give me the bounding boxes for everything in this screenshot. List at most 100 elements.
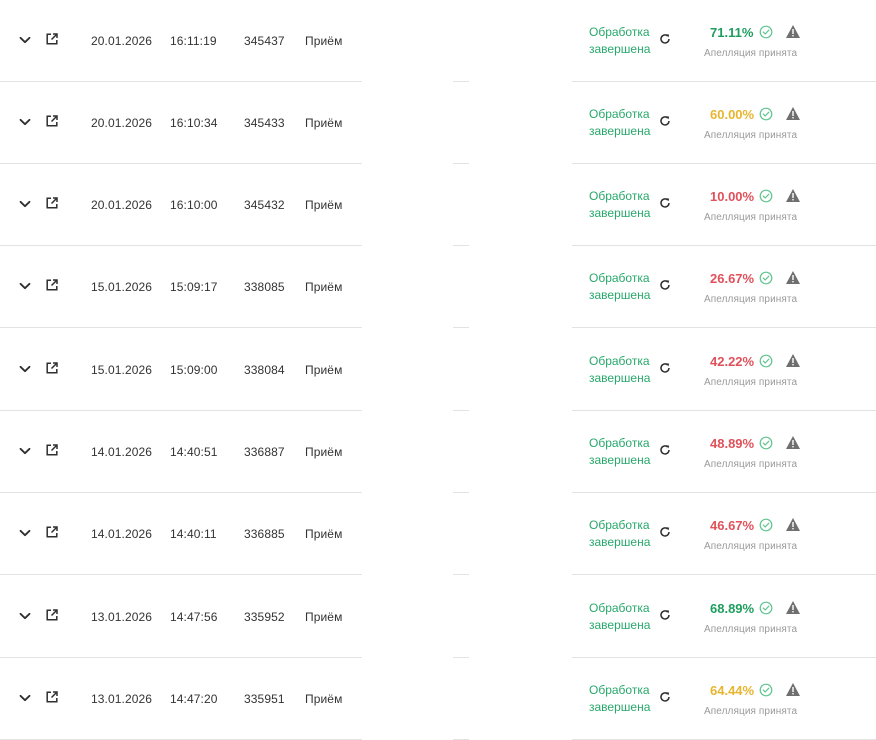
time-cell: 16:10:34 xyxy=(170,116,218,130)
check-circle-icon xyxy=(759,107,773,121)
chevron-down-icon[interactable] xyxy=(16,360,34,378)
call-type-cell: Приём xyxy=(305,116,343,130)
warning-triangle-icon[interactable] xyxy=(785,435,801,450)
appeal-status: Апелляция принята xyxy=(704,541,798,552)
chevron-down-icon[interactable] xyxy=(16,277,34,295)
check-circle-icon xyxy=(759,354,773,368)
chevron-down-icon[interactable] xyxy=(16,607,34,625)
refresh-icon[interactable] xyxy=(658,608,672,622)
call-type-cell: Приём xyxy=(305,445,343,459)
score-value: 26.67% xyxy=(710,271,755,286)
date-cell: 13.01.2026 xyxy=(91,610,153,624)
row-divider xyxy=(572,327,876,328)
chevron-down-icon[interactable] xyxy=(16,689,34,707)
call-id-cell: 335952 xyxy=(244,610,285,624)
refresh-icon[interactable] xyxy=(658,114,672,128)
row-divider xyxy=(453,327,469,328)
score-value: 60.00% xyxy=(710,107,755,122)
check-circle-icon xyxy=(759,25,773,39)
external-link-icon[interactable] xyxy=(44,195,60,211)
warning-triangle-icon[interactable] xyxy=(785,600,801,615)
external-link-icon[interactable] xyxy=(44,524,60,540)
appeal-status: Апелляция принята xyxy=(704,130,798,141)
time-cell: 15:09:00 xyxy=(170,363,218,377)
call-id-cell: 335951 xyxy=(244,692,285,706)
date-cell: 14.01.2026 xyxy=(91,445,153,459)
refresh-icon[interactable] xyxy=(658,690,672,704)
status-text: Обработка завершена xyxy=(589,683,651,714)
status-text: Обработка завершена xyxy=(589,25,651,56)
chevron-down-icon[interactable] xyxy=(16,113,34,131)
check-circle-icon xyxy=(759,271,773,285)
warning-triangle-icon[interactable] xyxy=(785,682,801,697)
appeal-status: Апелляция принята xyxy=(704,706,798,717)
check-circle-icon xyxy=(759,436,773,450)
table-row: 20.01.2026 16:10:00 345432 Приём Обработ… xyxy=(0,164,876,246)
external-link-icon[interactable] xyxy=(44,360,60,376)
external-link-icon[interactable] xyxy=(44,113,60,129)
row-divider xyxy=(572,574,876,575)
appeal-status: Апелляция принята xyxy=(704,377,798,388)
call-id-cell: 345432 xyxy=(244,198,285,212)
time-cell: 16:11:19 xyxy=(170,34,217,48)
date-cell: 20.01.2026 xyxy=(91,198,153,212)
refresh-icon[interactable] xyxy=(658,32,672,46)
call-id-cell: 338084 xyxy=(244,363,285,377)
status-text: Обработка завершена xyxy=(589,354,651,385)
date-cell: 20.01.2026 xyxy=(91,34,153,48)
chevron-down-icon[interactable] xyxy=(16,442,34,460)
check-circle-icon xyxy=(759,683,773,697)
time-cell: 14:47:20 xyxy=(170,692,218,706)
table-row: 13.01.2026 14:47:56 335952 Приём Обработ… xyxy=(0,576,876,658)
score-value: 42.22% xyxy=(710,354,755,369)
chevron-down-icon[interactable] xyxy=(16,195,34,213)
check-circle-icon xyxy=(759,518,773,532)
chevron-down-icon[interactable] xyxy=(16,524,34,542)
score-value: 64.44% xyxy=(710,683,755,698)
date-cell: 20.01.2026 xyxy=(91,116,153,130)
appeal-status: Апелляция принята xyxy=(704,459,798,470)
score-value: 71.11% xyxy=(710,25,754,40)
table-row: 15.01.2026 15:09:00 338084 Приём Обработ… xyxy=(0,329,876,411)
appeal-status: Апелляция принята xyxy=(704,48,798,59)
date-cell: 13.01.2026 xyxy=(91,692,153,706)
appeal-status: Апелляция принята xyxy=(704,624,798,635)
external-link-icon[interactable] xyxy=(44,607,60,623)
external-link-icon[interactable] xyxy=(44,277,60,293)
external-link-icon[interactable] xyxy=(44,689,60,705)
call-type-cell: Приём xyxy=(305,610,343,624)
warning-triangle-icon[interactable] xyxy=(785,353,801,368)
call-type-cell: Приём xyxy=(305,280,343,294)
refresh-icon[interactable] xyxy=(658,525,672,539)
call-type-cell: Приём xyxy=(305,692,343,706)
chevron-down-icon[interactable] xyxy=(16,31,34,49)
warning-triangle-icon[interactable] xyxy=(785,270,801,285)
warning-triangle-icon[interactable] xyxy=(785,24,801,39)
appeal-status: Апелляция принята xyxy=(704,212,798,223)
table-row: 20.01.2026 16:11:19 345437 Приём Обработ… xyxy=(0,0,876,82)
status-text: Обработка завершена xyxy=(589,518,651,549)
row-divider xyxy=(0,574,362,575)
refresh-icon[interactable] xyxy=(658,361,672,375)
row-divider xyxy=(453,574,469,575)
refresh-icon[interactable] xyxy=(658,278,672,292)
time-cell: 14:40:11 xyxy=(170,527,217,541)
warning-triangle-icon[interactable] xyxy=(785,106,801,121)
table-row: 15.01.2026 15:09:17 338085 Приём Обработ… xyxy=(0,246,876,328)
external-link-icon[interactable] xyxy=(44,31,60,47)
warning-triangle-icon[interactable] xyxy=(785,517,801,532)
call-type-cell: Приём xyxy=(305,34,343,48)
appeal-status: Апелляция принята xyxy=(704,294,798,305)
check-circle-icon xyxy=(759,601,773,615)
call-type-cell: Приём xyxy=(305,527,343,541)
time-cell: 16:10:00 xyxy=(170,198,218,212)
external-link-icon[interactable] xyxy=(44,442,60,458)
time-cell: 14:40:51 xyxy=(170,445,218,459)
call-id-cell: 345433 xyxy=(244,116,285,130)
table-row: 20.01.2026 16:10:34 345433 Приём Обработ… xyxy=(0,82,876,164)
calls-table: 20.01.2026 16:11:19 345437 Приём Обработ… xyxy=(0,0,876,740)
refresh-icon[interactable] xyxy=(658,443,672,457)
warning-triangle-icon[interactable] xyxy=(785,188,801,203)
refresh-icon[interactable] xyxy=(658,196,672,210)
time-cell: 15:09:17 xyxy=(170,280,218,294)
